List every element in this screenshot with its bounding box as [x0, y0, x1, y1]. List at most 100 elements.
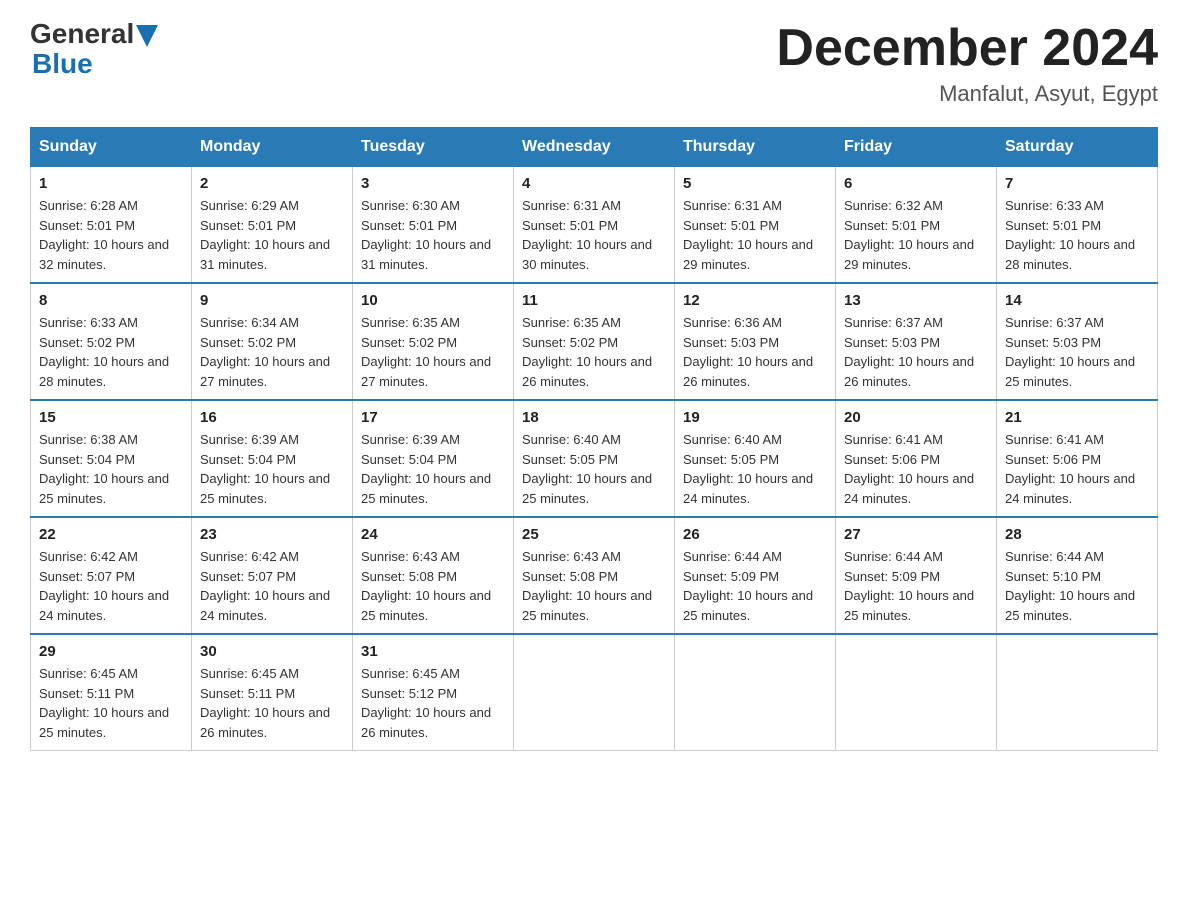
day-info: Sunrise: 6:33 AM Sunset: 5:02 PM Dayligh…: [39, 313, 183, 391]
day-info: Sunrise: 6:37 AM Sunset: 5:03 PM Dayligh…: [1005, 313, 1149, 391]
day-info: Sunrise: 6:41 AM Sunset: 5:06 PM Dayligh…: [844, 430, 988, 508]
calendar-table: SundayMondayTuesdayWednesdayThursdayFrid…: [30, 127, 1158, 751]
day-number: 9: [200, 292, 344, 309]
day-info: Sunrise: 6:31 AM Sunset: 5:01 PM Dayligh…: [522, 196, 666, 274]
day-number: 22: [39, 526, 183, 543]
day-info: Sunrise: 6:42 AM Sunset: 5:07 PM Dayligh…: [39, 547, 183, 625]
day-info: Sunrise: 6:42 AM Sunset: 5:07 PM Dayligh…: [200, 547, 344, 625]
calendar-week-row: 8 Sunrise: 6:33 AM Sunset: 5:02 PM Dayli…: [31, 283, 1158, 400]
day-number: 26: [683, 526, 827, 543]
day-info: Sunrise: 6:43 AM Sunset: 5:08 PM Dayligh…: [361, 547, 505, 625]
day-header-monday: Monday: [192, 128, 353, 167]
calendar-cell: [514, 634, 675, 751]
day-header-tuesday: Tuesday: [353, 128, 514, 167]
day-number: 4: [522, 175, 666, 192]
day-number: 21: [1005, 409, 1149, 426]
location-subtitle: Manfalut, Asyut, Egypt: [776, 81, 1158, 107]
calendar-cell: 7 Sunrise: 6:33 AM Sunset: 5:01 PM Dayli…: [997, 167, 1158, 284]
calendar-cell: 12 Sunrise: 6:36 AM Sunset: 5:03 PM Dayl…: [675, 283, 836, 400]
day-info: Sunrise: 6:30 AM Sunset: 5:01 PM Dayligh…: [361, 196, 505, 274]
month-year-title: December 2024: [776, 20, 1158, 77]
calendar-cell: 17 Sunrise: 6:39 AM Sunset: 5:04 PM Dayl…: [353, 400, 514, 517]
day-number: 23: [200, 526, 344, 543]
calendar-cell: 8 Sunrise: 6:33 AM Sunset: 5:02 PM Dayli…: [31, 283, 192, 400]
calendar-cell: 26 Sunrise: 6:44 AM Sunset: 5:09 PM Dayl…: [675, 517, 836, 634]
calendar-week-row: 29 Sunrise: 6:45 AM Sunset: 5:11 PM Dayl…: [31, 634, 1158, 751]
calendar-header-row: SundayMondayTuesdayWednesdayThursdayFrid…: [31, 128, 1158, 167]
calendar-cell: 27 Sunrise: 6:44 AM Sunset: 5:09 PM Dayl…: [836, 517, 997, 634]
calendar-week-row: 1 Sunrise: 6:28 AM Sunset: 5:01 PM Dayli…: [31, 167, 1158, 284]
calendar-cell: [836, 634, 997, 751]
day-info: Sunrise: 6:43 AM Sunset: 5:08 PM Dayligh…: [522, 547, 666, 625]
calendar-cell: 4 Sunrise: 6:31 AM Sunset: 5:01 PM Dayli…: [514, 167, 675, 284]
day-info: Sunrise: 6:39 AM Sunset: 5:04 PM Dayligh…: [361, 430, 505, 508]
day-number: 14: [1005, 292, 1149, 309]
day-info: Sunrise: 6:35 AM Sunset: 5:02 PM Dayligh…: [522, 313, 666, 391]
page-header: General Blue December 2024 Manfalut, Asy…: [30, 20, 1158, 107]
calendar-week-row: 22 Sunrise: 6:42 AM Sunset: 5:07 PM Dayl…: [31, 517, 1158, 634]
day-info: Sunrise: 6:39 AM Sunset: 5:04 PM Dayligh…: [200, 430, 344, 508]
day-number: 10: [361, 292, 505, 309]
logo: General Blue: [30, 20, 158, 80]
day-number: 19: [683, 409, 827, 426]
day-number: 16: [200, 409, 344, 426]
calendar-cell: 29 Sunrise: 6:45 AM Sunset: 5:11 PM Dayl…: [31, 634, 192, 751]
day-header-thursday: Thursday: [675, 128, 836, 167]
calendar-cell: 3 Sunrise: 6:30 AM Sunset: 5:01 PM Dayli…: [353, 167, 514, 284]
calendar-cell: 10 Sunrise: 6:35 AM Sunset: 5:02 PM Dayl…: [353, 283, 514, 400]
calendar-cell: 18 Sunrise: 6:40 AM Sunset: 5:05 PM Dayl…: [514, 400, 675, 517]
day-number: 27: [844, 526, 988, 543]
day-info: Sunrise: 6:34 AM Sunset: 5:02 PM Dayligh…: [200, 313, 344, 391]
calendar-cell: 20 Sunrise: 6:41 AM Sunset: 5:06 PM Dayl…: [836, 400, 997, 517]
calendar-cell: [675, 634, 836, 751]
day-header-wednesday: Wednesday: [514, 128, 675, 167]
day-number: 8: [39, 292, 183, 309]
calendar-cell: [997, 634, 1158, 751]
day-number: 25: [522, 526, 666, 543]
logo-general: General: [30, 20, 134, 48]
day-info: Sunrise: 6:38 AM Sunset: 5:04 PM Dayligh…: [39, 430, 183, 508]
day-number: 11: [522, 292, 666, 309]
calendar-cell: 9 Sunrise: 6:34 AM Sunset: 5:02 PM Dayli…: [192, 283, 353, 400]
calendar-cell: 15 Sunrise: 6:38 AM Sunset: 5:04 PM Dayl…: [31, 400, 192, 517]
day-number: 17: [361, 409, 505, 426]
day-header-saturday: Saturday: [997, 128, 1158, 167]
calendar-cell: 21 Sunrise: 6:41 AM Sunset: 5:06 PM Dayl…: [997, 400, 1158, 517]
day-info: Sunrise: 6:45 AM Sunset: 5:11 PM Dayligh…: [39, 664, 183, 742]
calendar-week-row: 15 Sunrise: 6:38 AM Sunset: 5:04 PM Dayl…: [31, 400, 1158, 517]
day-number: 3: [361, 175, 505, 192]
calendar-cell: 24 Sunrise: 6:43 AM Sunset: 5:08 PM Dayl…: [353, 517, 514, 634]
day-header-friday: Friday: [836, 128, 997, 167]
day-info: Sunrise: 6:37 AM Sunset: 5:03 PM Dayligh…: [844, 313, 988, 391]
day-info: Sunrise: 6:36 AM Sunset: 5:03 PM Dayligh…: [683, 313, 827, 391]
day-info: Sunrise: 6:44 AM Sunset: 5:09 PM Dayligh…: [844, 547, 988, 625]
day-number: 29: [39, 643, 183, 660]
day-info: Sunrise: 6:45 AM Sunset: 5:11 PM Dayligh…: [200, 664, 344, 742]
calendar-cell: 13 Sunrise: 6:37 AM Sunset: 5:03 PM Dayl…: [836, 283, 997, 400]
calendar-cell: 6 Sunrise: 6:32 AM Sunset: 5:01 PM Dayli…: [836, 167, 997, 284]
calendar-cell: 31 Sunrise: 6:45 AM Sunset: 5:12 PM Dayl…: [353, 634, 514, 751]
day-number: 1: [39, 175, 183, 192]
day-number: 6: [844, 175, 988, 192]
day-number: 30: [200, 643, 344, 660]
day-number: 5: [683, 175, 827, 192]
day-number: 15: [39, 409, 183, 426]
calendar-cell: 11 Sunrise: 6:35 AM Sunset: 5:02 PM Dayl…: [514, 283, 675, 400]
calendar-cell: 19 Sunrise: 6:40 AM Sunset: 5:05 PM Dayl…: [675, 400, 836, 517]
day-info: Sunrise: 6:31 AM Sunset: 5:01 PM Dayligh…: [683, 196, 827, 274]
logo-triangle-icon: [136, 25, 158, 47]
day-number: 28: [1005, 526, 1149, 543]
title-section: December 2024 Manfalut, Asyut, Egypt: [776, 20, 1158, 107]
day-info: Sunrise: 6:29 AM Sunset: 5:01 PM Dayligh…: [200, 196, 344, 274]
calendar-cell: 30 Sunrise: 6:45 AM Sunset: 5:11 PM Dayl…: [192, 634, 353, 751]
calendar-cell: 22 Sunrise: 6:42 AM Sunset: 5:07 PM Dayl…: [31, 517, 192, 634]
day-number: 20: [844, 409, 988, 426]
day-info: Sunrise: 6:44 AM Sunset: 5:09 PM Dayligh…: [683, 547, 827, 625]
day-info: Sunrise: 6:28 AM Sunset: 5:01 PM Dayligh…: [39, 196, 183, 274]
day-info: Sunrise: 6:35 AM Sunset: 5:02 PM Dayligh…: [361, 313, 505, 391]
calendar-cell: 23 Sunrise: 6:42 AM Sunset: 5:07 PM Dayl…: [192, 517, 353, 634]
day-number: 2: [200, 175, 344, 192]
day-info: Sunrise: 6:33 AM Sunset: 5:01 PM Dayligh…: [1005, 196, 1149, 274]
calendar-cell: 28 Sunrise: 6:44 AM Sunset: 5:10 PM Dayl…: [997, 517, 1158, 634]
calendar-cell: 16 Sunrise: 6:39 AM Sunset: 5:04 PM Dayl…: [192, 400, 353, 517]
